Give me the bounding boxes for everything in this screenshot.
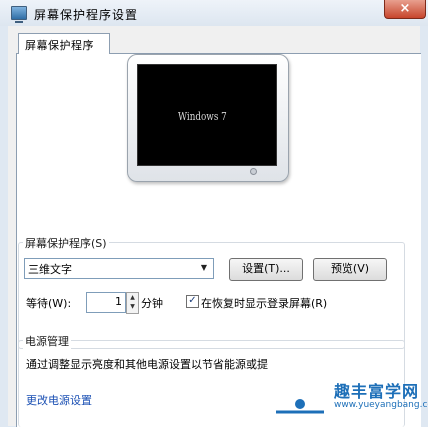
wait-minutes-value: 1	[115, 295, 122, 308]
spin-arrows-icon[interactable]: ▲ ▼	[126, 292, 139, 314]
monitor-preview: Windows 7	[127, 54, 289, 182]
change-power-settings-link[interactable]: 更改电源设置	[26, 392, 92, 408]
preview-screen: Windows 7	[137, 64, 277, 166]
resume-login-checkbox[interactable]: ✓	[186, 295, 199, 308]
preview-button[interactable]: 预览(V)	[313, 258, 387, 281]
title-bar: 屏幕保护程序设置 ×	[0, 0, 428, 26]
tab-screensaver[interactable]: 屏幕保护程序	[18, 33, 110, 54]
tab-label: 屏幕保护程序	[25, 39, 94, 52]
screensaver-select-value: 三维文字	[28, 263, 72, 276]
settings-button[interactable]: 设置(T)...	[229, 258, 303, 281]
watermark-logo-icon	[276, 380, 324, 414]
power-description: 通过调整显示亮度和其他电源设置以节省能源或提	[26, 358, 268, 371]
chevron-down-icon[interactable]: ▼	[197, 260, 211, 276]
screensaver-select[interactable]: 三维文字 ▼	[24, 258, 214, 279]
watermark-url: www.yueyangbang.com	[334, 400, 428, 410]
wait-label: 等待(W):	[26, 297, 72, 310]
resume-login-label: 在恢复时显示登录屏幕(R)	[201, 297, 328, 310]
close-button[interactable]: ×	[384, 0, 426, 19]
watermark-site-name: 趣丰富学网	[334, 382, 420, 401]
wait-minutes-input[interactable]: 1	[86, 292, 126, 313]
window-title: 屏幕保护程序设置	[34, 8, 139, 22]
minutes-label: 分钟	[141, 297, 163, 310]
screensaver-group-label: 屏幕保护程序(S)	[23, 235, 109, 251]
monitor-icon	[11, 6, 27, 23]
preview-screen-text: Windows 7	[178, 110, 227, 123]
power-led-icon	[250, 168, 257, 175]
power-group-label: 电源管理	[23, 333, 71, 349]
